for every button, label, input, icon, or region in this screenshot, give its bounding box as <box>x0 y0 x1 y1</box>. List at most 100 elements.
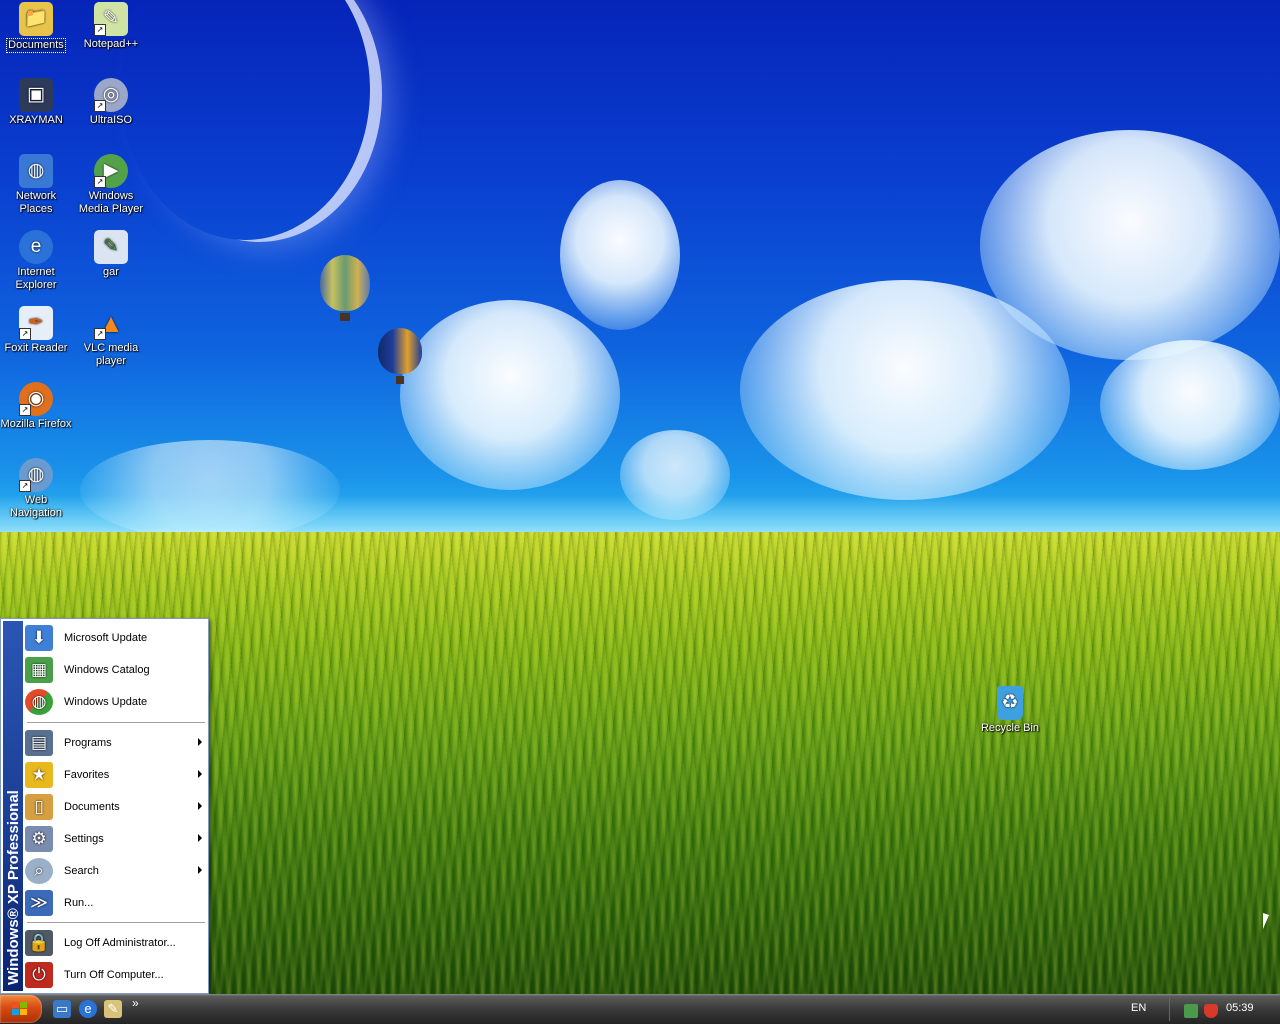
desktop-icon-label: Mozilla Firefox <box>0 418 72 430</box>
cloud-decoration <box>560 180 680 330</box>
menu-item-favorites[interactable]: ★ Favorites <box>25 760 207 790</box>
menu-item-microsoft-update[interactable]: ⬇ Microsoft Update <box>25 623 207 653</box>
menu-item-windows-catalog[interactable]: ▦ Windows Catalog <box>25 655 207 685</box>
submenu-arrow-icon <box>198 802 202 810</box>
submenu-arrow-icon <box>198 770 202 778</box>
desktop-icon-label: Network Places <box>15 190 57 215</box>
desktop-icon-gar[interactable]: ✎ gar <box>73 230 149 279</box>
internet-explorer-icon: e <box>19 230 53 264</box>
taskbar-clock[interactable]: 05:39 <box>1226 1002 1254 1014</box>
menu-item-label: Windows Catalog <box>64 664 150 676</box>
desktop-icon-label: XRAYMAN <box>9 114 63 126</box>
network-places-icon: ◍ <box>19 154 53 188</box>
cloud-decoration <box>980 130 1280 360</box>
cloud-decoration <box>1100 340 1280 470</box>
shortcut-arrow-icon: ↗ <box>19 480 31 492</box>
menu-item-log-off[interactable]: 🔒 Log Off Administrator... <box>25 928 207 958</box>
menu-item-label: Turn Off Computer... <box>64 969 164 981</box>
network-tray-icon[interactable] <box>1184 1004 1198 1018</box>
desktop-icon-foxit-reader[interactable]: ✒ ↗ Foxit Reader <box>0 306 74 355</box>
microsoft-update-icon: ⬇ <box>25 625 53 651</box>
desktop-icon-recycle-bin[interactable]: ♻ Recycle Bin <box>972 686 1048 735</box>
programs-icon: ▤ <box>25 730 53 756</box>
desktop-icon-xrayman[interactable]: ▣ XRAYMAN <box>0 78 74 127</box>
shortcut-arrow-icon: ↗ <box>94 328 106 340</box>
documents-menu-icon: ▯ <box>25 794 53 820</box>
menu-separator <box>27 722 205 724</box>
desktop-icon-mozilla-firefox[interactable]: ◉ ↗ Mozilla Firefox <box>0 382 74 431</box>
language-indicator[interactable]: EN <box>1131 1002 1146 1014</box>
desktop-icon-label: UltraISO <box>89 114 133 126</box>
security-shield-icon[interactable] <box>1204 1004 1218 1018</box>
desktop-icon-vlc-media-player[interactable]: ▲ ↗ VLC media player <box>73 306 149 368</box>
desktop-icon-ultraiso[interactable]: ◎ ↗ UltraISO <box>73 78 149 127</box>
system-tray <box>1169 997 1280 1021</box>
show-desktop-icon[interactable]: ▭ <box>53 1000 71 1018</box>
desktop-icon-windows-media-player[interactable]: ▶ ↗ Windows Media Player <box>73 154 149 216</box>
desktop-icon-web-navigation[interactable]: ◍ ↗ Web Navigation <box>0 458 74 520</box>
windows-logo-icon <box>12 1002 28 1016</box>
menu-item-settings[interactable]: ⚙ Settings <box>25 824 207 854</box>
menu-item-search[interactable]: ⌕ Search <box>25 856 207 886</box>
desktop-icon-label: Internet Explorer <box>15 266 57 291</box>
menu-separator <box>27 922 205 924</box>
ultraiso-icon: ◎ ↗ <box>94 78 128 112</box>
gar-icon: ✎ <box>94 230 128 264</box>
hot-air-balloon <box>320 255 370 321</box>
notepad-quicklaunch-icon[interactable]: ✎ <box>104 1000 122 1018</box>
windows-catalog-icon: ▦ <box>25 657 53 683</box>
start-menu-banner-text: Windows® XP Professional <box>5 790 22 985</box>
xrayman-icon: ▣ <box>19 78 53 112</box>
start-menu-banner: Windows® XP Professional <box>3 621 23 991</box>
shortcut-arrow-icon: ↗ <box>94 100 106 112</box>
desktop-icon-label: Windows Media Player <box>78 190 144 215</box>
taskbar: ▭ e ✎ » <box>0 994 1280 1024</box>
mouse-cursor-icon <box>1263 913 1269 929</box>
shortcut-arrow-icon: ↗ <box>19 404 31 416</box>
menu-item-windows-update[interactable]: ◍ Windows Update <box>25 687 207 717</box>
start-button[interactable] <box>0 995 42 1023</box>
menu-item-documents[interactable]: ▯ Documents <box>25 792 207 822</box>
vlc-media-player-icon: ▲ ↗ <box>94 306 128 340</box>
documents-icon: 📁 <box>19 2 53 36</box>
menu-item-label: Programs <box>64 737 112 749</box>
run-icon: ≫ <box>25 890 53 916</box>
notepadpp-icon: ✎ ↗ <box>94 2 128 36</box>
menu-item-run[interactable]: ≫ Run... <box>25 888 207 918</box>
desktop-icon-documents[interactable]: 📁 Documents <box>0 2 74 53</box>
search-icon: ⌕ <box>25 858 53 884</box>
turn-off-icon: ⏻ <box>25 962 53 988</box>
menu-item-label: Documents <box>64 801 120 813</box>
start-menu: Windows® XP Professional ⬇ Microsoft Upd… <box>0 618 209 994</box>
menu-item-label: Favorites <box>64 769 110 781</box>
menu-item-label: Run... <box>64 897 94 909</box>
foxit-reader-icon: ✒ ↗ <box>19 306 53 340</box>
menu-item-label: Microsoft Update <box>64 632 148 644</box>
quick-launch-more-button[interactable]: » <box>132 996 139 1010</box>
cloud-decoration <box>400 300 620 490</box>
desktop-icon-label: Recycle Bin <box>980 722 1040 734</box>
desktop-icon-internet-explorer[interactable]: e Internet Explorer <box>0 230 74 292</box>
shortcut-arrow-icon: ↗ <box>94 176 106 188</box>
desktop-icon-label: Foxit Reader <box>4 342 68 354</box>
shortcut-arrow-icon: ↗ <box>94 24 106 36</box>
menu-item-label: Windows Update <box>64 696 148 708</box>
desktop-icon-label: VLC media player <box>83 342 139 367</box>
desktop-icon-notepadpp[interactable]: ✎ ↗ Notepad++ <box>73 2 149 51</box>
menu-item-label: Log Off Administrator... <box>64 937 176 949</box>
desktop-icon-network-places[interactable]: ◍ Network Places <box>0 154 74 216</box>
menu-item-turn-off[interactable]: ⏻ Turn Off Computer... <box>25 960 207 990</box>
desktop-icon-label: Web Navigation <box>10 494 62 519</box>
web-navigation-icon: ◍ ↗ <box>19 458 53 492</box>
hot-air-balloon <box>378 328 422 384</box>
log-off-icon: 🔒 <box>25 930 53 956</box>
ie-quicklaunch-icon[interactable]: e <box>79 1000 97 1018</box>
mozilla-firefox-icon: ◉ ↗ <box>19 382 53 416</box>
submenu-arrow-icon <box>198 834 202 842</box>
menu-item-programs[interactable]: ▤ Programs <box>25 728 207 758</box>
menu-item-label: Search <box>64 865 99 877</box>
windows-update-icon: ◍ <box>25 689 53 715</box>
menu-item-label: Settings <box>64 833 104 845</box>
favorites-icon: ★ <box>25 762 53 788</box>
submenu-arrow-icon <box>198 866 202 874</box>
